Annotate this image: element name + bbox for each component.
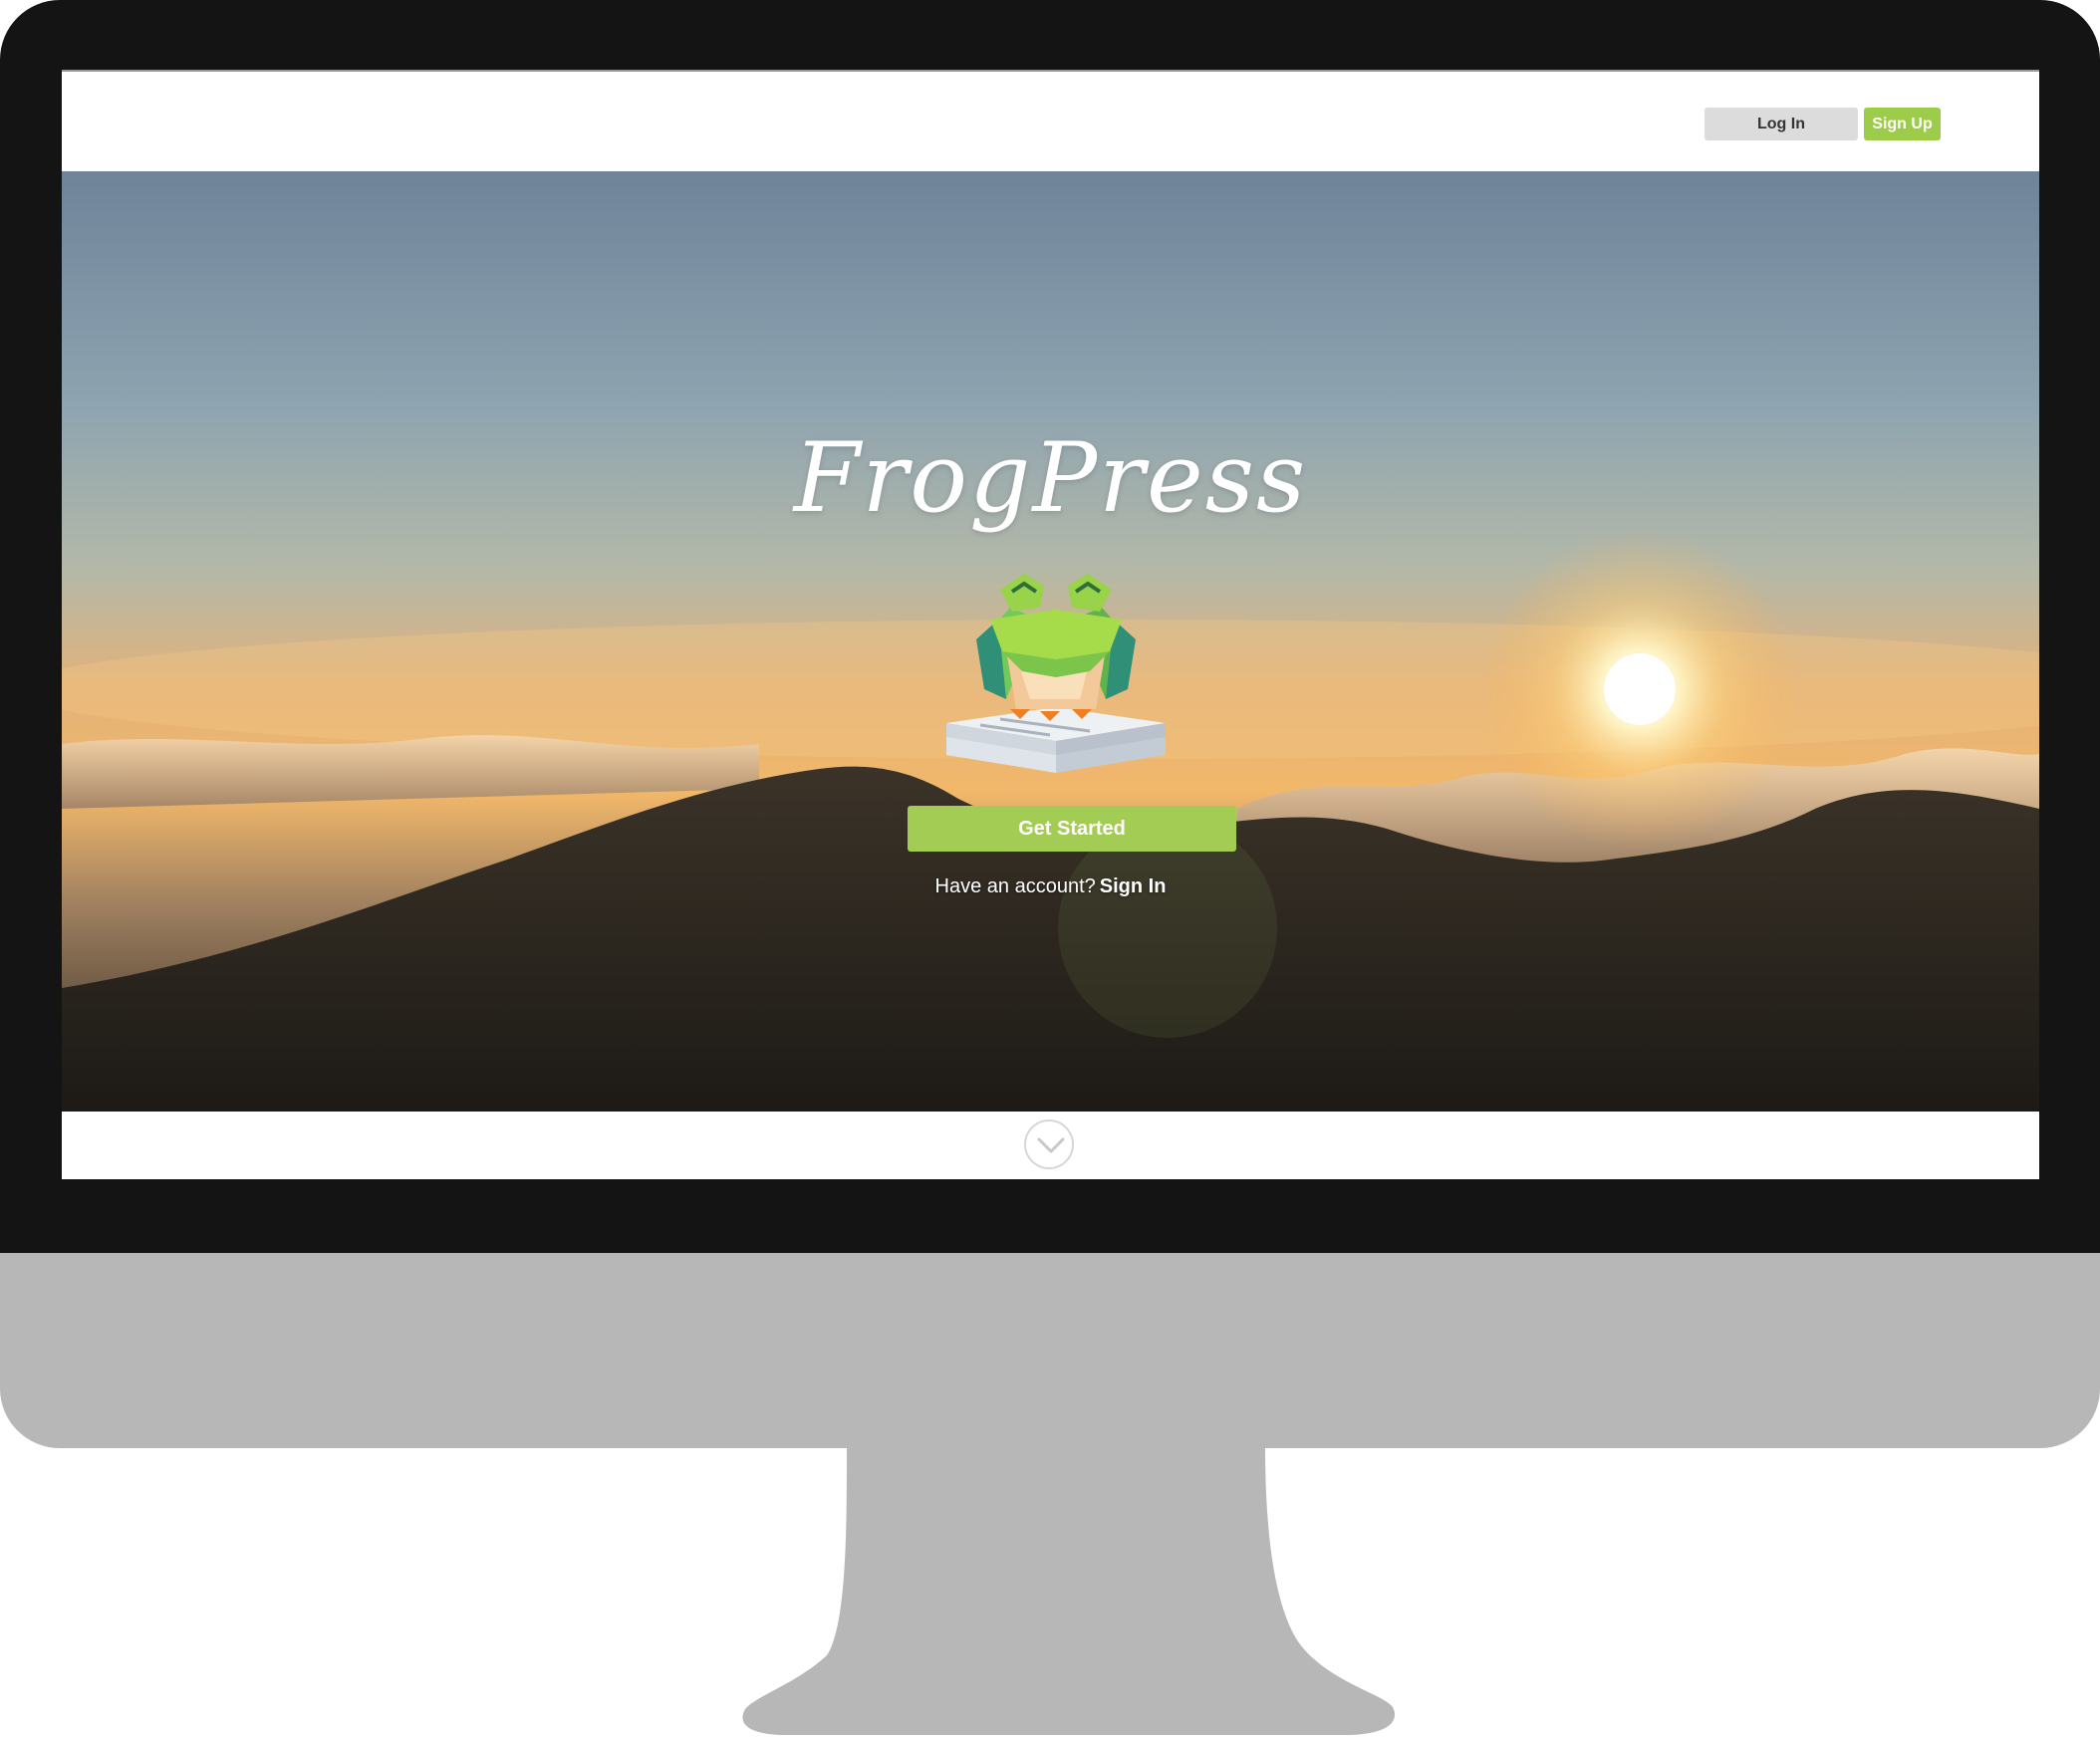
bottom-strip [62,1112,2039,1179]
account-prompt-text: Have an account? [934,875,1096,897]
login-button[interactable]: Log In [1705,108,1858,140]
account-prompt: Have an account? Sign In [62,875,2039,898]
frogpress-logo-text: FrogPress [793,422,1308,534]
browser-viewport: Log In Sign Up FrogPress Get Started Hav… [62,70,2039,1179]
hero-section: FrogPress Get Started Have an account? S… [62,171,2039,1112]
frog-on-newspapers-icon [946,574,1166,773]
signin-link[interactable]: Sign In [1100,875,1167,897]
chevron-down-icon [1037,1137,1065,1153]
scroll-down-button[interactable] [1024,1119,1074,1169]
monitor-bezel: Log In Sign Up FrogPress Get Started Hav… [0,0,2100,1253]
top-navbar: Log In Sign Up [62,70,2039,171]
signup-button[interactable]: Sign Up [1864,108,1941,140]
get-started-button[interactable]: Get Started [908,806,1236,852]
monitor-stand [742,1446,1395,1735]
monitor-chin [0,1253,2100,1448]
